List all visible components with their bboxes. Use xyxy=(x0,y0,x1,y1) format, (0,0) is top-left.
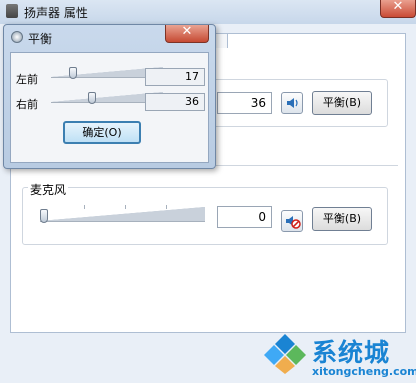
left-front-slider-thumb[interactable] xyxy=(68,67,77,79)
microphone-slider-baseline xyxy=(40,221,205,222)
microphone-slider-track xyxy=(40,207,205,221)
right-front-label: 右前 xyxy=(16,98,38,111)
speaker-icon xyxy=(287,98,298,108)
microphone-mute-button[interactable] xyxy=(281,210,303,232)
microphone-slider-thumb[interactable] xyxy=(40,209,48,223)
audio-icon xyxy=(11,31,23,43)
window-title: 扬声器 属性 xyxy=(24,6,88,20)
dialog-close-button[interactable]: ✕ xyxy=(165,24,209,43)
close-button[interactable]: ✕ xyxy=(380,0,416,18)
speaker-balance-button[interactable]: 平衡(B) xyxy=(312,91,372,115)
microphone-label: 麦克风 xyxy=(28,181,69,198)
slider-tick xyxy=(84,205,85,209)
watermark-domain: xitongcheng.com xyxy=(312,365,416,378)
speaker-level-value[interactable]: 36 xyxy=(217,92,272,114)
microphone-balance-button[interactable]: 平衡(B) xyxy=(312,207,372,231)
speaker-muted-icon xyxy=(286,216,301,229)
slider-tick xyxy=(125,205,126,209)
microphone-level-value[interactable]: 0 xyxy=(217,206,272,228)
watermark-logo-icon xyxy=(264,334,306,374)
slider-tick xyxy=(166,205,167,209)
speaker-icon xyxy=(6,4,18,18)
title-bar: 扬声器 属性 ✕ xyxy=(0,0,416,24)
left-front-value[interactable]: 17 xyxy=(145,68,205,86)
right-front-slider-thumb[interactable] xyxy=(88,92,97,104)
dialog-title: 平衡 xyxy=(28,32,53,46)
balance-dialog: 平衡 ✕ 左前 17 右前 36 确定(O) xyxy=(3,24,216,169)
close-icon: ✕ xyxy=(181,24,193,39)
dialog-body: 左前 17 右前 36 xyxy=(10,52,209,163)
left-front-label: 左前 xyxy=(16,73,38,86)
watermark-name: 系统城 xyxy=(312,338,391,367)
close-icon: ✕ xyxy=(392,0,404,14)
right-front-value[interactable]: 36 xyxy=(145,93,205,111)
speaker-mute-button[interactable] xyxy=(281,92,303,114)
ok-button[interactable]: 确定(O) xyxy=(63,121,141,144)
